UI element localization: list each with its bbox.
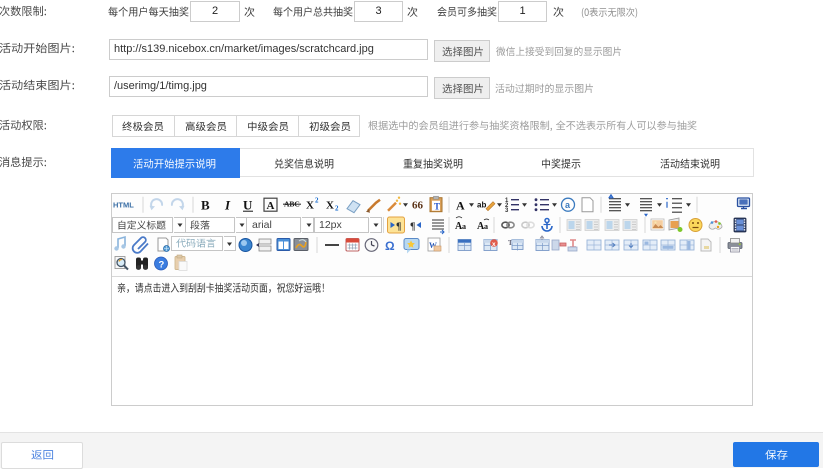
svg-text:x: x bbox=[492, 241, 496, 248]
svg-text:a: a bbox=[565, 200, 571, 210]
svg-text:X: X bbox=[306, 200, 314, 212]
svg-text:A: A bbox=[267, 200, 275, 212]
svg-text:66: 66 bbox=[412, 200, 424, 212]
svg-text:a: a bbox=[484, 222, 488, 231]
svg-text:¶: ¶ bbox=[410, 222, 415, 233]
svg-text:a: a bbox=[462, 222, 466, 231]
svg-text:U: U bbox=[243, 198, 253, 213]
svg-text:2: 2 bbox=[335, 205, 339, 213]
svg-text:ab: ab bbox=[477, 201, 486, 210]
svg-text:I: I bbox=[224, 198, 231, 213]
svg-text:3: 3 bbox=[505, 208, 509, 214]
svg-text:X: X bbox=[326, 200, 334, 212]
svg-text:?: ? bbox=[159, 260, 165, 271]
svg-text:HTML: HTML bbox=[113, 201, 134, 210]
svg-text:A: A bbox=[456, 199, 465, 213]
svg-text:2: 2 bbox=[315, 197, 319, 205]
svg-text:Ω: Ω bbox=[385, 239, 395, 253]
svg-text:T: T bbox=[434, 202, 440, 212]
svg-text:¶: ¶ bbox=[396, 222, 401, 233]
svg-text:B: B bbox=[201, 198, 210, 213]
